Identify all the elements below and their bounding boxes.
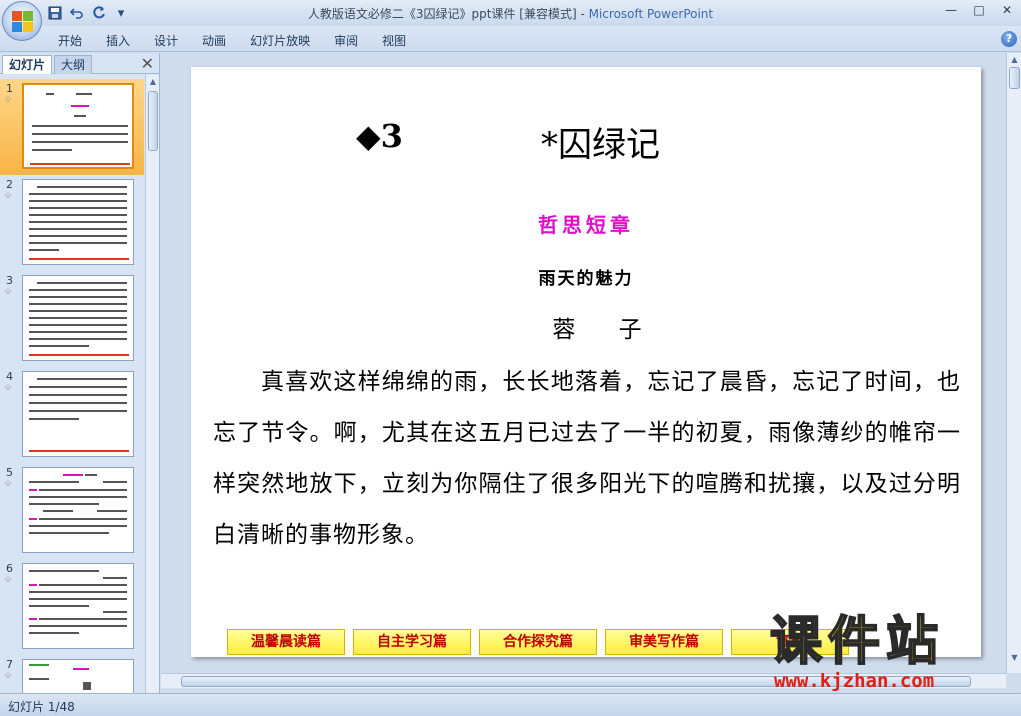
animation-star-icon: ☆ bbox=[4, 287, 13, 297]
lesson-number: ◆3 bbox=[356, 117, 403, 155]
scroll-down-icon[interactable]: ▼ bbox=[1009, 653, 1020, 662]
lesson-title: *囚绿记 bbox=[541, 125, 660, 165]
scroll-handle[interactable] bbox=[148, 91, 158, 151]
tab-view[interactable]: 视图 bbox=[370, 30, 418, 50]
close-button[interactable]: ✕ bbox=[993, 0, 1021, 20]
thumbnail-preview bbox=[22, 275, 134, 361]
essay-body: 真喜欢这样绵绵的雨，长长地落着，忘记了晨昏，忘记了时间，也忘了节令。啊，尤其在这… bbox=[213, 369, 961, 548]
scroll-up-icon[interactable]: ▲ bbox=[148, 77, 158, 89]
slide-thumbnail[interactable]: 3 ☆ bbox=[0, 271, 144, 367]
tab-insert[interactable]: 插入 bbox=[94, 30, 142, 50]
help-icon[interactable]: ? bbox=[1001, 31, 1017, 47]
animation-star-icon: ☆ bbox=[4, 191, 13, 201]
essay-author: 蓉 子 bbox=[552, 317, 660, 343]
scroll-handle[interactable] bbox=[1009, 67, 1020, 89]
thumbnail-preview bbox=[22, 659, 134, 693]
slide-thumbnail[interactable]: 2 ☆ bbox=[0, 175, 144, 271]
nav-button-aesthetic-writing[interactable]: 审美写作篇 bbox=[605, 629, 723, 655]
window-controls: — □ ✕ bbox=[937, 0, 1021, 20]
current-slide[interactable]: ◆3 *囚绿记 哲思短章 雨天的魅力 蓉 子 真喜欢这样绵绵的雨，长长地落着，忘… bbox=[191, 67, 981, 657]
slides-pane: 幻灯片 大纲 ✕ 1 ☆ 2 ☆ 3 ☆ 4 ☆ 5 ☆ 6 ☆ 7 ☆ ▲ bbox=[0, 53, 160, 693]
ribbon-tabs: 开始 插入 设计 动画 幻灯片放映 审阅 视图 ? bbox=[0, 26, 1021, 52]
slide-counter: 幻灯片 1/48 bbox=[8, 700, 75, 714]
thumbnails-scrollbar[interactable]: ▲ bbox=[145, 75, 159, 693]
minimize-button[interactable]: — bbox=[937, 0, 965, 20]
site-watermark: 课件站 www.kjzhan.com bbox=[769, 611, 1010, 696]
slide-thumbnail[interactable]: 5 ☆ bbox=[0, 463, 144, 559]
close-pane-icon[interactable]: ✕ bbox=[141, 54, 154, 73]
thumbnail-preview bbox=[22, 371, 134, 457]
tab-review[interactable]: 审阅 bbox=[322, 30, 370, 50]
office-button[interactable] bbox=[2, 1, 42, 41]
tab-design[interactable]: 设计 bbox=[142, 30, 190, 50]
tab-home[interactable]: 开始 bbox=[46, 30, 94, 50]
animation-star-icon: ☆ bbox=[4, 383, 13, 393]
tab-outline[interactable]: 大纲 bbox=[54, 55, 93, 74]
animation-star-icon: ☆ bbox=[4, 575, 13, 585]
watermark-url: www.kjzhan.com bbox=[774, 670, 935, 692]
section-subtitle: 哲思短章 bbox=[538, 213, 634, 237]
scroll-up-icon[interactable]: ▲ bbox=[1009, 55, 1020, 64]
animation-star-icon: ☆ bbox=[4, 95, 13, 105]
slide-thumbnail[interactable]: 6 ☆ bbox=[0, 559, 144, 655]
slide-thumbnail[interactable]: 4 ☆ bbox=[0, 367, 144, 463]
nav-button-self-study[interactable]: 自主学习篇 bbox=[353, 629, 471, 655]
slide-editor: ◆3 *囚绿记 哲思短章 雨天的魅力 蓉 子 真喜欢这样绵绵的雨，长长地落着，忘… bbox=[161, 53, 1008, 673]
nav-button-cooperative-inquiry[interactable]: 合作探究篇 bbox=[479, 629, 597, 655]
pane-tabs: 幻灯片 大纲 ✕ bbox=[0, 53, 160, 74]
watermark-brand: 课件站 bbox=[769, 611, 945, 673]
window-title: 人教版语文必修二《3囚绿记》ppt课件 [兼容模式] - Microsoft P… bbox=[307, 7, 714, 21]
vertical-scrollbar[interactable]: ▲ ▼ bbox=[1006, 53, 1021, 673]
animation-star-icon: ☆ bbox=[4, 479, 13, 489]
slide-nav-buttons: 温馨晨读篇 自主学习篇 合作探究篇 审美写作篇 氤氲 bbox=[227, 629, 849, 655]
slide-thumbnail[interactable]: 1 ☆ bbox=[0, 79, 144, 175]
nav-button-morning-reading[interactable]: 温馨晨读篇 bbox=[227, 629, 345, 655]
office-logo-icon bbox=[12, 11, 33, 32]
slide-thumbnails: 1 ☆ 2 ☆ 3 ☆ 4 ☆ 5 ☆ 6 ☆ 7 ☆ bbox=[0, 75, 144, 693]
thumbnail-preview bbox=[22, 83, 134, 169]
thumbnail-preview bbox=[22, 179, 134, 265]
animation-star-icon: ☆ bbox=[4, 671, 13, 681]
tab-slides[interactable]: 幻灯片 bbox=[2, 55, 53, 74]
thumbnail-preview bbox=[22, 467, 134, 553]
status-bar: 幻灯片 1/48 bbox=[0, 693, 1021, 716]
slide-thumbnail[interactable]: 7 ☆ bbox=[0, 655, 144, 693]
essay-title: 雨天的魅力 bbox=[538, 269, 634, 289]
title-bar: ▾ 人教版语文必修二《3囚绿记》ppt课件 [兼容模式] - Microsoft… bbox=[0, 0, 1021, 26]
tab-animations[interactable]: 动画 bbox=[190, 30, 238, 50]
tab-slideshow[interactable]: 幻灯片放映 bbox=[238, 30, 322, 50]
maximize-button[interactable]: □ bbox=[965, 0, 993, 20]
thumbnail-preview bbox=[22, 563, 134, 649]
